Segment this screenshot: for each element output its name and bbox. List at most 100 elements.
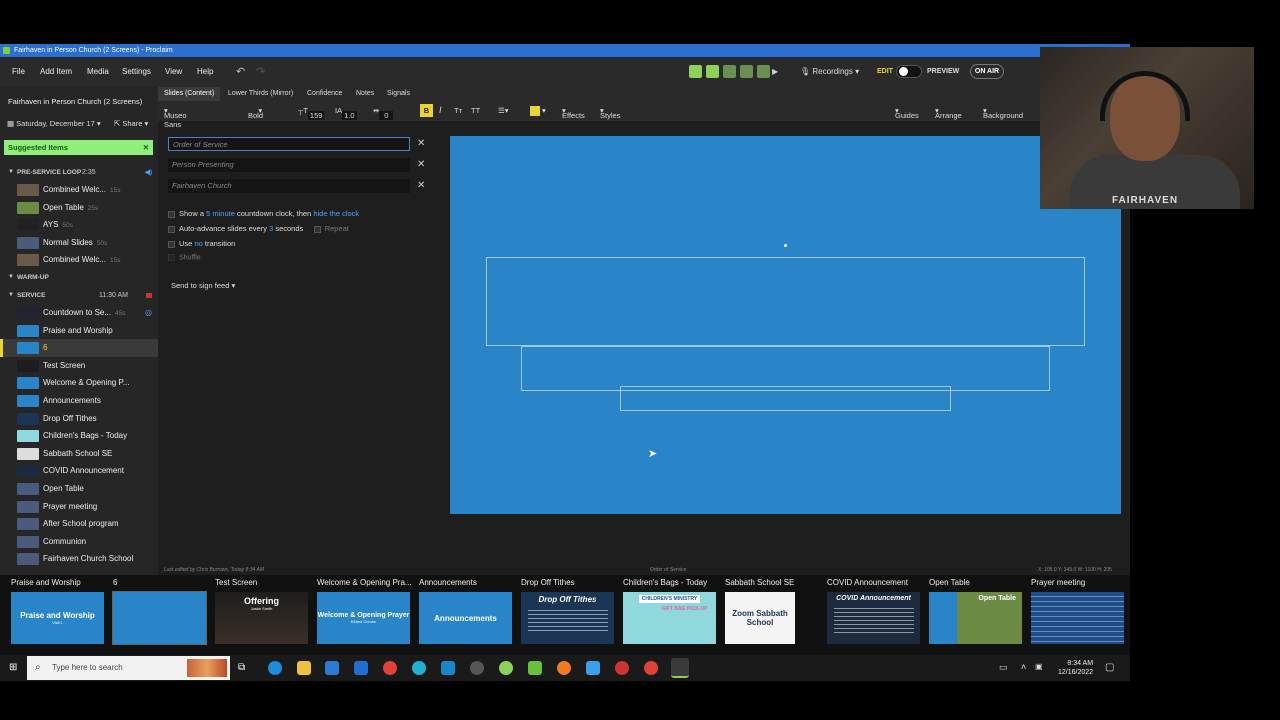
strip-slide-thumb[interactable]: Announcements [419, 592, 512, 644]
text-box-title[interactable] [486, 257, 1085, 346]
send-to-sign-feed-menu[interactable]: Send to sign feed ▾ [171, 281, 235, 290]
transition-option[interactable]: Use no transition [168, 239, 235, 248]
recordings-menu[interactable]: 🎙 Recordings ▾ [800, 67, 859, 76]
app-icon[interactable] [441, 661, 455, 675]
strip-slide-thumb[interactable]: COVID Announcement [827, 592, 920, 644]
menu-add-item[interactable]: Add Item [40, 67, 72, 76]
menu-help[interactable]: Help [197, 67, 213, 76]
menu-media[interactable]: Media [87, 67, 109, 76]
strip-slide[interactable]: Sabbath School SE Zoom Sabbath School [725, 575, 821, 644]
styles-menu[interactable]: Styles ▾ [600, 106, 620, 120]
strip-slide-thumb[interactable]: Open Table [929, 592, 1022, 644]
cortana-icon[interactable] [412, 661, 426, 675]
menu-settings[interactable]: Settings [122, 67, 151, 76]
menu-view[interactable]: View [165, 67, 182, 76]
tray-icon[interactable]: ▣ [1035, 662, 1043, 671]
strip-slide[interactable]: Prayer meeting [1031, 575, 1127, 644]
task-view-icon[interactable]: ⧉ [238, 662, 245, 673]
list-item[interactable]: Announcements [0, 392, 158, 410]
list-item[interactable]: Open Table [0, 480, 158, 498]
font-family-select[interactable]: Museo Sans ▾ [164, 106, 187, 129]
gear-icon[interactable] [499, 661, 513, 675]
obs-icon[interactable] [470, 661, 484, 675]
strip-slide-thumb[interactable] [112, 591, 207, 645]
on-air-button[interactable]: ON AIR [970, 64, 1004, 79]
service-title[interactable]: Fairhaven in Person Church (2 Screens) [8, 97, 142, 106]
shuffle-checkbox[interactable] [168, 254, 175, 261]
windows-start-icon[interactable]: ⊞ [9, 662, 17, 673]
list-item[interactable]: COVID Announcement [0, 462, 158, 480]
text-box-church[interactable] [620, 386, 951, 411]
chevron-up-icon[interactable]: ˄ [1021, 662, 1026, 672]
file-explorer-icon[interactable] [297, 661, 311, 675]
section-warm-up[interactable]: ▼ WARM-UP [0, 269, 158, 286]
screen-toggle-icon[interactable] [689, 65, 702, 78]
list-item[interactable]: AYS 50s [0, 216, 158, 234]
shuffle-option[interactable]: Shuffle [168, 254, 201, 261]
slide-canvas[interactable]: ➤ [450, 136, 1121, 514]
list-item[interactable]: Fairhaven Church School [0, 550, 158, 568]
repeat-checkbox[interactable] [313, 225, 321, 233]
menu-file[interactable]: File [12, 67, 25, 76]
close-icon[interactable]: ✕ [417, 159, 425, 170]
tab-signals[interactable]: Signals [381, 87, 416, 101]
app-icon[interactable] [586, 661, 600, 675]
strip-slide-thumb[interactable]: Praise and Worship Visit 1 [11, 592, 104, 644]
text-case-icon[interactable]: Tт [454, 106, 462, 115]
collapse-icon[interactable]: ▼ [8, 164, 14, 181]
app-icon[interactable] [615, 661, 629, 675]
mail-icon[interactable] [354, 661, 368, 675]
list-item[interactable]: Normal Slides 50s [0, 234, 158, 252]
effects-menu[interactable]: Effects ▾ [562, 106, 585, 120]
suggested-items-banner[interactable]: Suggested Items ✕ [4, 140, 153, 155]
redo-icon[interactable]: ↷ [256, 65, 265, 78]
collapse-icon[interactable]: ▼ [8, 269, 14, 286]
list-item[interactable]: Children's Bags - Today [0, 427, 158, 445]
list-item[interactable]: Drop Off Tithes [0, 410, 158, 428]
play-icon[interactable]: ▶ [772, 67, 778, 76]
font-size-field[interactable]: ┬T 159 [298, 106, 325, 120]
text-color-swatch[interactable] [530, 106, 540, 116]
text-box-presenter[interactable] [521, 346, 1050, 391]
collapse-icon[interactable]: ▼ [8, 287, 14, 304]
bold-icon[interactable]: B [420, 104, 433, 117]
hd-app-icon[interactable] [528, 661, 542, 675]
chevron-down-icon[interactable]: ▾ [542, 106, 546, 115]
line-spacing-field[interactable]: IA 1.0 [335, 106, 357, 120]
arrange-menu[interactable]: Arrange ▾ [935, 106, 962, 120]
chrome-icon[interactable] [383, 661, 397, 675]
store-icon[interactable] [325, 661, 339, 675]
countdown-option[interactable]: Show a 5 minute countdown clock, then hi… [168, 209, 359, 218]
taskbar-clock[interactable]: 8:34 AM 12/16/2022 [1058, 659, 1093, 677]
strip-slide-thumb[interactable]: Offering Justin Smith [215, 592, 308, 644]
strip-slide[interactable]: Announcements Announcements [419, 575, 515, 644]
notifications-icon[interactable]: ▢ [1105, 662, 1114, 673]
proclaim-taskbar-icon[interactable] [671, 658, 689, 678]
section-pre-service-loop[interactable]: ▼ PRE-SERVICE LOOP 2:35 ◀) [0, 164, 158, 181]
edit-mode-label[interactable]: EDIT [877, 68, 893, 75]
tab-confidence[interactable]: Confidence [301, 87, 348, 101]
strip-slide[interactable]: Open Table Open Table [929, 575, 1025, 644]
list-item[interactable]: Sabbath School SE [0, 445, 158, 463]
tab-notes[interactable]: Notes [350, 87, 380, 101]
list-item[interactable]: Test Screen [0, 357, 158, 375]
strip-slide[interactable]: Test Screen Offering Justin Smith [215, 575, 311, 644]
close-icon[interactable]: ✕ [143, 140, 149, 155]
taskbar-search-box[interactable]: ⌕ Type here to search [27, 656, 230, 680]
strip-slide-thumb[interactable]: Drop Off Tithes [521, 592, 614, 644]
background-menu[interactable]: Background ▾ [983, 106, 1023, 120]
auto-advance-checkbox[interactable] [168, 225, 175, 233]
letter-spacing-field[interactable]: ⇹ 0 [373, 106, 394, 120]
list-item[interactable]: Combined Welc... 15s [0, 181, 158, 199]
person-presenting-field[interactable]: Person Presenting [168, 158, 410, 172]
italic-icon[interactable]: I [439, 105, 442, 115]
edit-preview-toggle[interactable] [896, 65, 922, 78]
edge-icon[interactable] [268, 661, 282, 675]
close-icon[interactable]: ✕ [417, 180, 425, 191]
screen-toggle-icon[interactable] [740, 65, 753, 78]
strip-slide-selected[interactable]: 6 [112, 575, 209, 645]
strip-slide[interactable]: COVID Announcement COVID Announcement [827, 575, 923, 644]
list-item[interactable]: Combined Welc... 15s [0, 251, 158, 269]
service-date-picker[interactable]: ▦ Saturday, December 17 ▾ [7, 119, 101, 128]
chrome-icon[interactable] [644, 661, 658, 675]
